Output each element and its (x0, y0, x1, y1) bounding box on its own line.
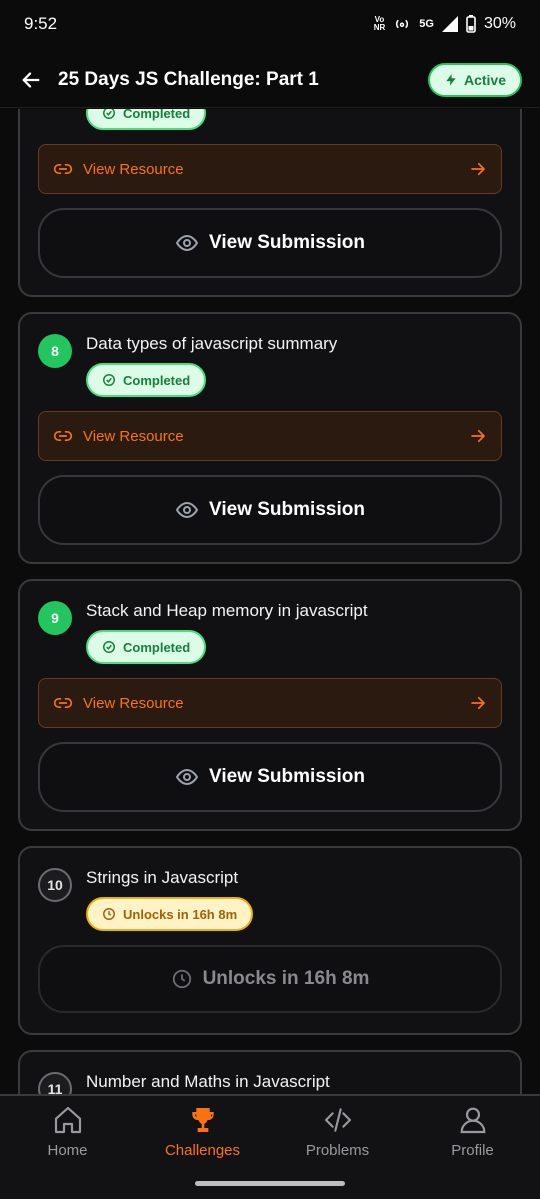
home-icon (54, 1106, 81, 1134)
page-title: 25 Days JS Challenge: Part 1 (58, 68, 319, 90)
day-number: 9 (38, 601, 72, 635)
link-icon (53, 431, 73, 441)
volte-bottom: NR (373, 23, 386, 32)
back-arrow-icon (22, 71, 40, 88)
completed-badge: Completed (86, 363, 207, 397)
link-icon (53, 164, 73, 174)
code-icon (324, 1108, 351, 1132)
eye-icon (175, 501, 199, 519)
active-badge-label: Active (463, 71, 506, 88)
day-card: 8 Data types of javascript summary Compl… (18, 312, 522, 564)
locked-submission-button: Unlocks in 16h 8m (38, 945, 502, 1013)
battery-percent: 30% (483, 15, 516, 32)
status-label: Completed (123, 639, 191, 655)
completed-badge: Completed (86, 109, 207, 130)
day-title: Strings in Javascript (86, 868, 239, 887)
day-number: 11 (38, 1072, 72, 1094)
view-submission-label: View Submission (209, 499, 365, 520)
check-circle-icon (103, 374, 115, 386)
active-badge: Active (427, 62, 522, 97)
check-circle-icon (103, 641, 115, 653)
status-bar: 9:52 Vo NR 5G 30% (0, 0, 540, 48)
view-resource-button[interactable]: View Resource (38, 678, 502, 728)
nav-home-label: Home (47, 1142, 88, 1159)
view-submission-button[interactable]: View Submission (38, 742, 502, 812)
hotspot-icon (396, 19, 409, 29)
view-resource-label: View Resource (83, 427, 184, 445)
back-button[interactable] (18, 67, 44, 93)
eye-icon (175, 234, 199, 252)
view-resource-button[interactable]: View Resource (38, 144, 502, 194)
nav-problems-label: Problems (305, 1142, 370, 1159)
clock-icon (103, 908, 115, 920)
battery-icon (466, 15, 476, 33)
nav-profile-label: Profile (451, 1142, 494, 1159)
view-submission-button[interactable]: View Submission (38, 475, 502, 545)
day-card: 10 Strings in Javascript Unlocks in 16h … (18, 846, 522, 1035)
view-resource-label: View Resource (83, 694, 184, 712)
nav-problems[interactable]: Problems (270, 1104, 405, 1164)
status-label: Completed (123, 372, 191, 388)
user-icon (460, 1107, 485, 1134)
status-label: Unlocks in 16h 8m (123, 906, 238, 922)
day-card: 11 Number and Maths in Javascript (18, 1050, 522, 1094)
day-title: Stack and Heap memory in javascript (86, 601, 368, 620)
nav-home[interactable]: Home (0, 1104, 135, 1164)
day-card: Completed View Resource View Submission (18, 109, 522, 297)
challenge-list[interactable]: Completed View Resource View Submission … (0, 109, 540, 1094)
network-type: 5G (419, 18, 434, 30)
arrow-right-icon (471, 429, 485, 443)
completed-badge: Completed (86, 630, 207, 664)
nav-challenges-label: Challenges (164, 1142, 241, 1159)
day-card: 9 Stack and Heap memory in javascript Co… (18, 579, 522, 831)
day-title: Data types of javascript summary (86, 334, 338, 353)
status-time: 9:52 (24, 14, 58, 33)
trophy-icon (191, 1108, 214, 1132)
day-title: Number and Maths in Javascript (86, 1072, 330, 1091)
view-submission-label: View Submission (209, 766, 365, 787)
view-submission-label: View Submission (209, 232, 365, 253)
arrow-right-icon (471, 162, 485, 176)
eye-icon (175, 768, 199, 786)
day-number: 8 (38, 334, 72, 368)
lightning-icon (446, 73, 456, 86)
view-submission-button[interactable]: View Submission (38, 208, 502, 278)
app-header: 25 Days JS Challenge: Part 1 Active (0, 52, 540, 108)
arrow-right-icon (471, 696, 485, 710)
nav-profile[interactable]: Profile (405, 1104, 540, 1164)
unlock-timer-badge: Unlocks in 16h 8m (86, 897, 254, 931)
home-indicator[interactable] (195, 1181, 345, 1186)
check-circle-icon (103, 109, 115, 119)
locked-submission-label: Unlocks in 16h 8m (202, 968, 370, 989)
volte-indicator: Vo NR (374, 16, 386, 32)
view-resource-button[interactable]: View Resource (38, 411, 502, 461)
view-resource-label: View Resource (83, 160, 184, 178)
signal-icon (441, 16, 458, 32)
day-number: 10 (38, 868, 72, 902)
status-label: Completed (123, 109, 191, 121)
nav-challenges[interactable]: Challenges (135, 1104, 270, 1164)
status-icons: Vo NR 5G 30% (374, 15, 516, 33)
link-icon (53, 698, 73, 708)
clock-icon (172, 969, 191, 989)
